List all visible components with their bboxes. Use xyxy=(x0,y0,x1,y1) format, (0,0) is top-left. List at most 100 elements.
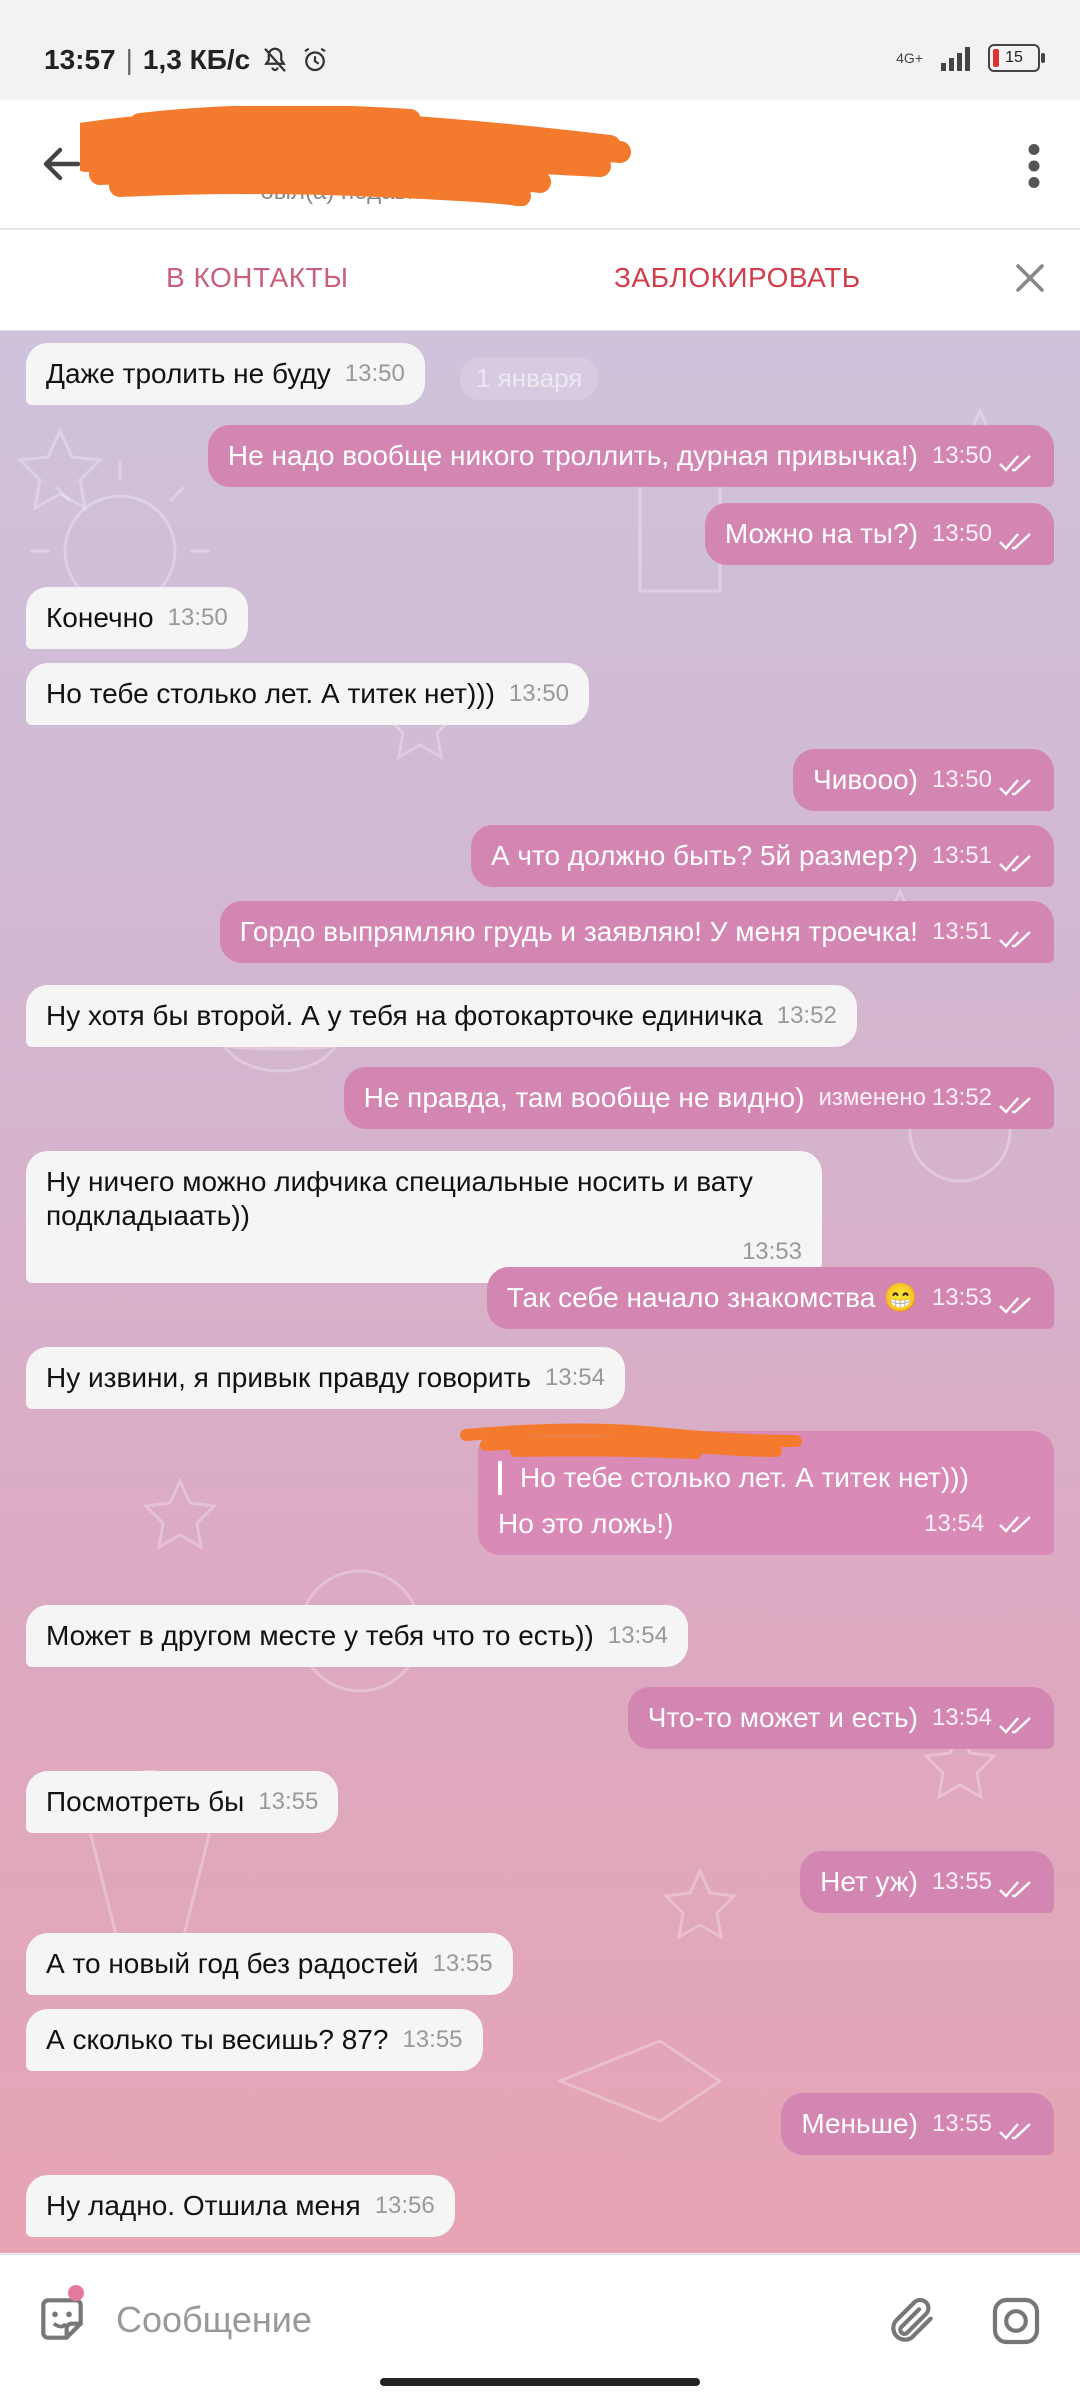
status-time: 13:57 xyxy=(44,44,116,75)
read-double-check-icon xyxy=(999,1515,1031,1533)
message-text: Ну ладно. Отшила меня xyxy=(46,2190,361,2221)
message-time: 13:50 xyxy=(344,360,405,387)
message-time: 13:53 xyxy=(741,1238,802,1265)
read-double-check-icon xyxy=(999,1717,1031,1734)
message-outgoing[interactable]: Нет уж) 13:55 xyxy=(800,1851,1054,1913)
message-text: Не надо вообще никого троллить, дурная п… xyxy=(227,440,918,471)
message-time: 13:55 xyxy=(931,2110,992,2137)
more-vert-icon[interactable] xyxy=(1028,144,1040,188)
message-text: Нет уж) xyxy=(820,1866,918,1897)
network-type: 4G+ xyxy=(896,50,923,66)
message-text: Но тебе столько лет. А титек нет))) xyxy=(46,678,495,709)
reply-quote-text: Но тебе столько лет. А титек нет))) xyxy=(520,1462,969,1493)
message-time: 13:54 xyxy=(544,1364,605,1391)
message-incoming[interactable]: Ну хотя бы второй. А у тебя на фотокарто… xyxy=(26,985,857,1047)
message-incoming[interactable]: А то новый год без радостей 13:55 xyxy=(26,1933,513,1995)
message-outgoing[interactable]: Не надо вообще никого троллить, дурная п… xyxy=(207,425,1054,487)
battery-icon: 15 xyxy=(988,44,1045,72)
message-time: 13:54 xyxy=(607,1622,668,1649)
signal-icon xyxy=(941,45,970,71)
message-outgoing[interactable]: Гордо выпрямляю грудь и заявляю! У меня … xyxy=(219,901,1054,963)
status-right: 4G+ 15 xyxy=(896,44,1045,72)
message-input[interactable]: Сообщение xyxy=(116,2299,312,2341)
message-incoming[interactable]: Конечно 13:50 xyxy=(26,587,248,649)
message-time: 13:55 xyxy=(432,1950,493,1977)
message-time: 13:55 xyxy=(402,2026,463,2053)
read-double-check-icon xyxy=(999,455,1031,472)
message-time: 13:56 xyxy=(374,2192,435,2219)
status-left: 13:57 | 1,3 КБ/с xyxy=(44,44,330,76)
message-text: Меньше) xyxy=(801,2108,918,2139)
read-double-check-icon xyxy=(999,1297,1031,1314)
redaction-scribble xyxy=(460,1423,802,1459)
message-outgoing[interactable]: Можно на ты?) 13:50 xyxy=(704,503,1054,565)
message-text: Не правда, там вообще не видно) xyxy=(363,1082,805,1113)
emoji-sticker-icon[interactable] xyxy=(34,2291,90,2347)
message-incoming[interactable]: Даже тролить не буду 13:50 xyxy=(26,343,425,405)
message-text: Ну хотя бы второй. А у тебя на фотокарто… xyxy=(46,1000,763,1031)
message-time: 13:50 xyxy=(931,766,992,793)
reply-quote[interactable]: Но тебе столько лет. А титек нет))) xyxy=(498,1461,1034,1495)
home-indicator[interactable] xyxy=(380,2378,700,2386)
message-text: Ну ничего можно лифчика специальные носи… xyxy=(46,1166,753,1231)
contact-info[interactable]: был(а) недавно xyxy=(80,106,640,206)
message-outgoing[interactable]: Меньше) 13:55 xyxy=(781,2093,1054,2155)
message-time: 13:52 xyxy=(776,1002,837,1029)
message-list[interactable]: 1 января Даже тролить не буду 13:50 Не на… xyxy=(0,331,1080,2253)
message-incoming[interactable]: Посмотреть бы 13:55 xyxy=(26,1771,339,1833)
read-double-check-icon xyxy=(999,779,1031,796)
message-time: 13:53 xyxy=(931,1284,992,1311)
contact-action-bar: В КОНТАКТЫ ЗАБЛОКИРОВАТЬ xyxy=(0,230,1080,331)
message-time: 13:54 xyxy=(931,1704,992,1731)
notification-dot xyxy=(68,2285,84,2301)
message-time: 13:50 xyxy=(167,604,228,631)
message-text: Чивооо) xyxy=(813,764,918,795)
read-double-check-icon xyxy=(999,533,1031,550)
attach-paperclip-icon[interactable] xyxy=(884,2293,940,2349)
message-text: Но это ложь!) xyxy=(498,1508,674,1539)
message-outgoing[interactable]: Так себе начало знакомства 😁 13:53 xyxy=(486,1267,1054,1329)
message-text: Конечно xyxy=(46,602,154,633)
message-time: 13:50 xyxy=(931,520,992,547)
message-text: Ну извини, я привык правду говорить xyxy=(46,1362,531,1393)
message-incoming[interactable]: Но тебе столько лет. А титек нет))) 13:50 xyxy=(26,663,589,725)
message-text: А сколько ты весишь? 87? xyxy=(46,2024,389,2055)
message-time: 13:55 xyxy=(258,1788,319,1815)
redaction-scribble xyxy=(80,106,631,206)
add-to-contacts-button[interactable]: В КОНТАКТЫ xyxy=(166,262,349,294)
status-speed: 1,3 КБ/с xyxy=(142,44,251,75)
message-incoming[interactable]: Ну ничего можно лифчика специальные носи… xyxy=(26,1151,822,1283)
message-incoming[interactable]: А сколько ты весишь? 87? 13:55 xyxy=(26,2009,483,2071)
read-double-check-icon xyxy=(999,2123,1031,2140)
read-double-check-icon xyxy=(999,931,1031,948)
message-text: Может в другом месте у тебя что то есть)… xyxy=(46,1620,594,1651)
message-time: 13:50 xyxy=(931,442,992,469)
message-outgoing-reply[interactable]: Но тебе столько лет. А титек нет))) Но э… xyxy=(460,1423,1054,1555)
chat-header: был(а) недавно xyxy=(0,100,1080,230)
block-user-button[interactable]: ЗАБЛОКИРОВАТЬ xyxy=(614,262,861,294)
message-text: Так себе начало знакомства 😁 xyxy=(506,1282,918,1313)
date-separator: 1 января xyxy=(460,357,599,400)
message-text: Гордо выпрямляю грудь и заявляю! У меня … xyxy=(239,916,918,947)
close-icon[interactable] xyxy=(1012,260,1048,296)
message-incoming[interactable]: Может в другом месте у тебя что то есть)… xyxy=(26,1605,688,1667)
message-outgoing[interactable]: Что-то может и есть) 13:54 xyxy=(627,1687,1054,1749)
message-outgoing[interactable]: Чивооо) 13:50 xyxy=(793,749,1054,811)
message-text: Даже тролить не буду xyxy=(46,358,331,389)
message-time: 13:55 xyxy=(931,1868,992,1895)
message-outgoing[interactable]: Не правда, там вообще не видно) изменено… xyxy=(343,1067,1054,1129)
message-text: Что-то может и есть) xyxy=(647,1702,918,1733)
read-double-check-icon xyxy=(999,1097,1031,1114)
message-time: 13:51 xyxy=(931,918,992,945)
message-time: 13:50 xyxy=(508,680,569,707)
message-time: 13:54 xyxy=(924,1510,985,1537)
message-text: А то новый год без радостей xyxy=(46,1948,419,1979)
message-incoming[interactable]: Ну извини, я привык правду говорить 13:54 xyxy=(26,1347,625,1409)
back-arrow-icon[interactable] xyxy=(38,140,86,188)
message-time: 13:52 xyxy=(931,1084,992,1111)
message-time: 13:51 xyxy=(931,842,992,869)
status-separator: | xyxy=(125,44,133,75)
camera-icon[interactable] xyxy=(988,2293,1044,2349)
message-outgoing[interactable]: А что должно быть? 5й размер?) 13:51 xyxy=(470,825,1054,887)
message-incoming[interactable]: Ну ладно. Отшила меня 13:56 xyxy=(26,2175,455,2237)
